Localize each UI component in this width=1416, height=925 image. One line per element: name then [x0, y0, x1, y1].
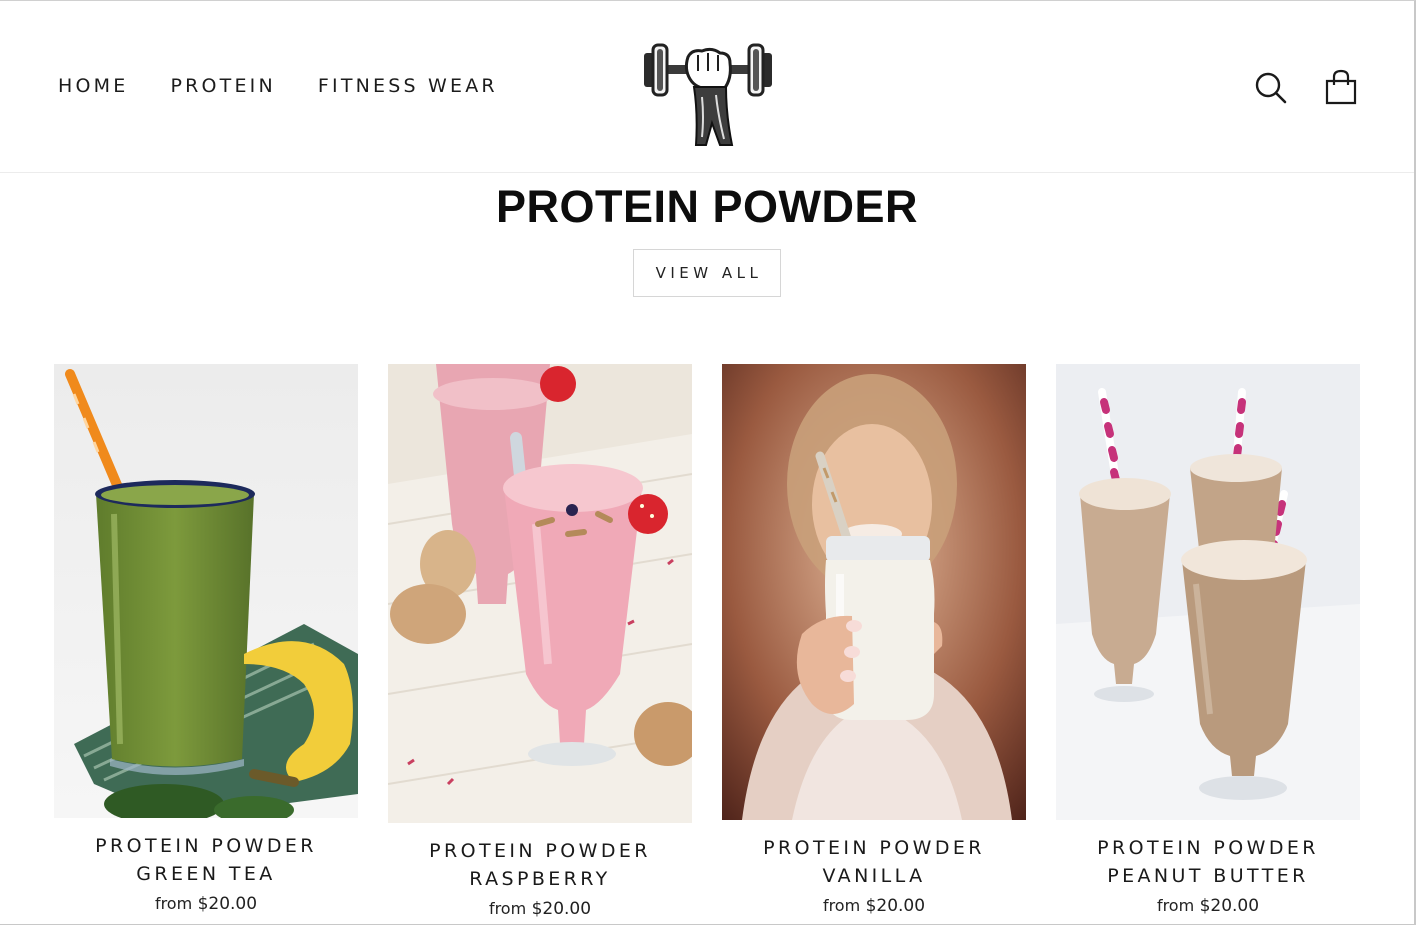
product-title[interactable]: PROTEIN POWDER PEANUT BUTTER	[1056, 834, 1360, 890]
price-prefix: from	[1156, 896, 1195, 915]
view-all-button[interactable]: VIEW ALL	[633, 249, 781, 297]
product-price: from $20.00	[388, 899, 692, 919]
shopping-bag-icon	[1325, 69, 1357, 105]
nav-protein[interactable]: PROTEIN	[170, 75, 275, 97]
product-title[interactable]: PROTEIN POWDER RASPBERRY	[388, 837, 692, 893]
price-prefix: from	[822, 896, 861, 915]
product-title[interactable]: PROTEIN POWDER VANILLA	[722, 834, 1026, 890]
main-nav: HOME PROTEIN FITNESS WEAR	[58, 75, 498, 97]
price-prefix: from	[488, 899, 527, 918]
site-logo[interactable]	[640, 27, 776, 147]
product-price: from $20.00	[722, 896, 1026, 916]
product-card-vanilla[interactable]: PROTEIN POWDER VANILLA from $20.00	[722, 364, 1026, 916]
nav-fitness-wear[interactable]: FITNESS WEAR	[318, 75, 498, 97]
price-value: $20.00	[531, 899, 592, 919]
product-card-green-tea[interactable]: PROTEIN POWDER GREEN TEA from $20.00	[54, 364, 358, 914]
product-price: from $20.00	[1056, 896, 1360, 916]
price-prefix: from	[154, 894, 193, 913]
product-image[interactable]	[54, 364, 358, 818]
site-header: HOME PROTEIN FITNESS WEAR	[0, 1, 1414, 173]
cart-button[interactable]	[1324, 69, 1358, 105]
product-card-peanut-butter[interactable]: PROTEIN POWDER PEANUT BUTTER from $20.00	[1056, 364, 1360, 916]
search-button[interactable]	[1254, 71, 1288, 105]
product-image[interactable]	[388, 364, 692, 823]
price-value: $20.00	[197, 894, 258, 914]
product-title[interactable]: PROTEIN POWDER GREEN TEA	[54, 832, 358, 888]
product-image[interactable]	[1056, 364, 1360, 820]
flexed-arm-dumbbell-icon	[644, 43, 772, 146]
section-title: PROTEIN POWDER	[495, 181, 919, 232]
product-card-raspberry[interactable]: PROTEIN POWDER RASPBERRY from $20.00	[388, 364, 692, 919]
product-price: from $20.00	[54, 894, 358, 914]
price-value: $20.00	[865, 896, 926, 916]
search-icon	[1255, 72, 1287, 104]
nav-home[interactable]: HOME	[58, 75, 128, 97]
product-image[interactable]	[722, 364, 1026, 820]
price-value: $20.00	[1199, 896, 1260, 916]
